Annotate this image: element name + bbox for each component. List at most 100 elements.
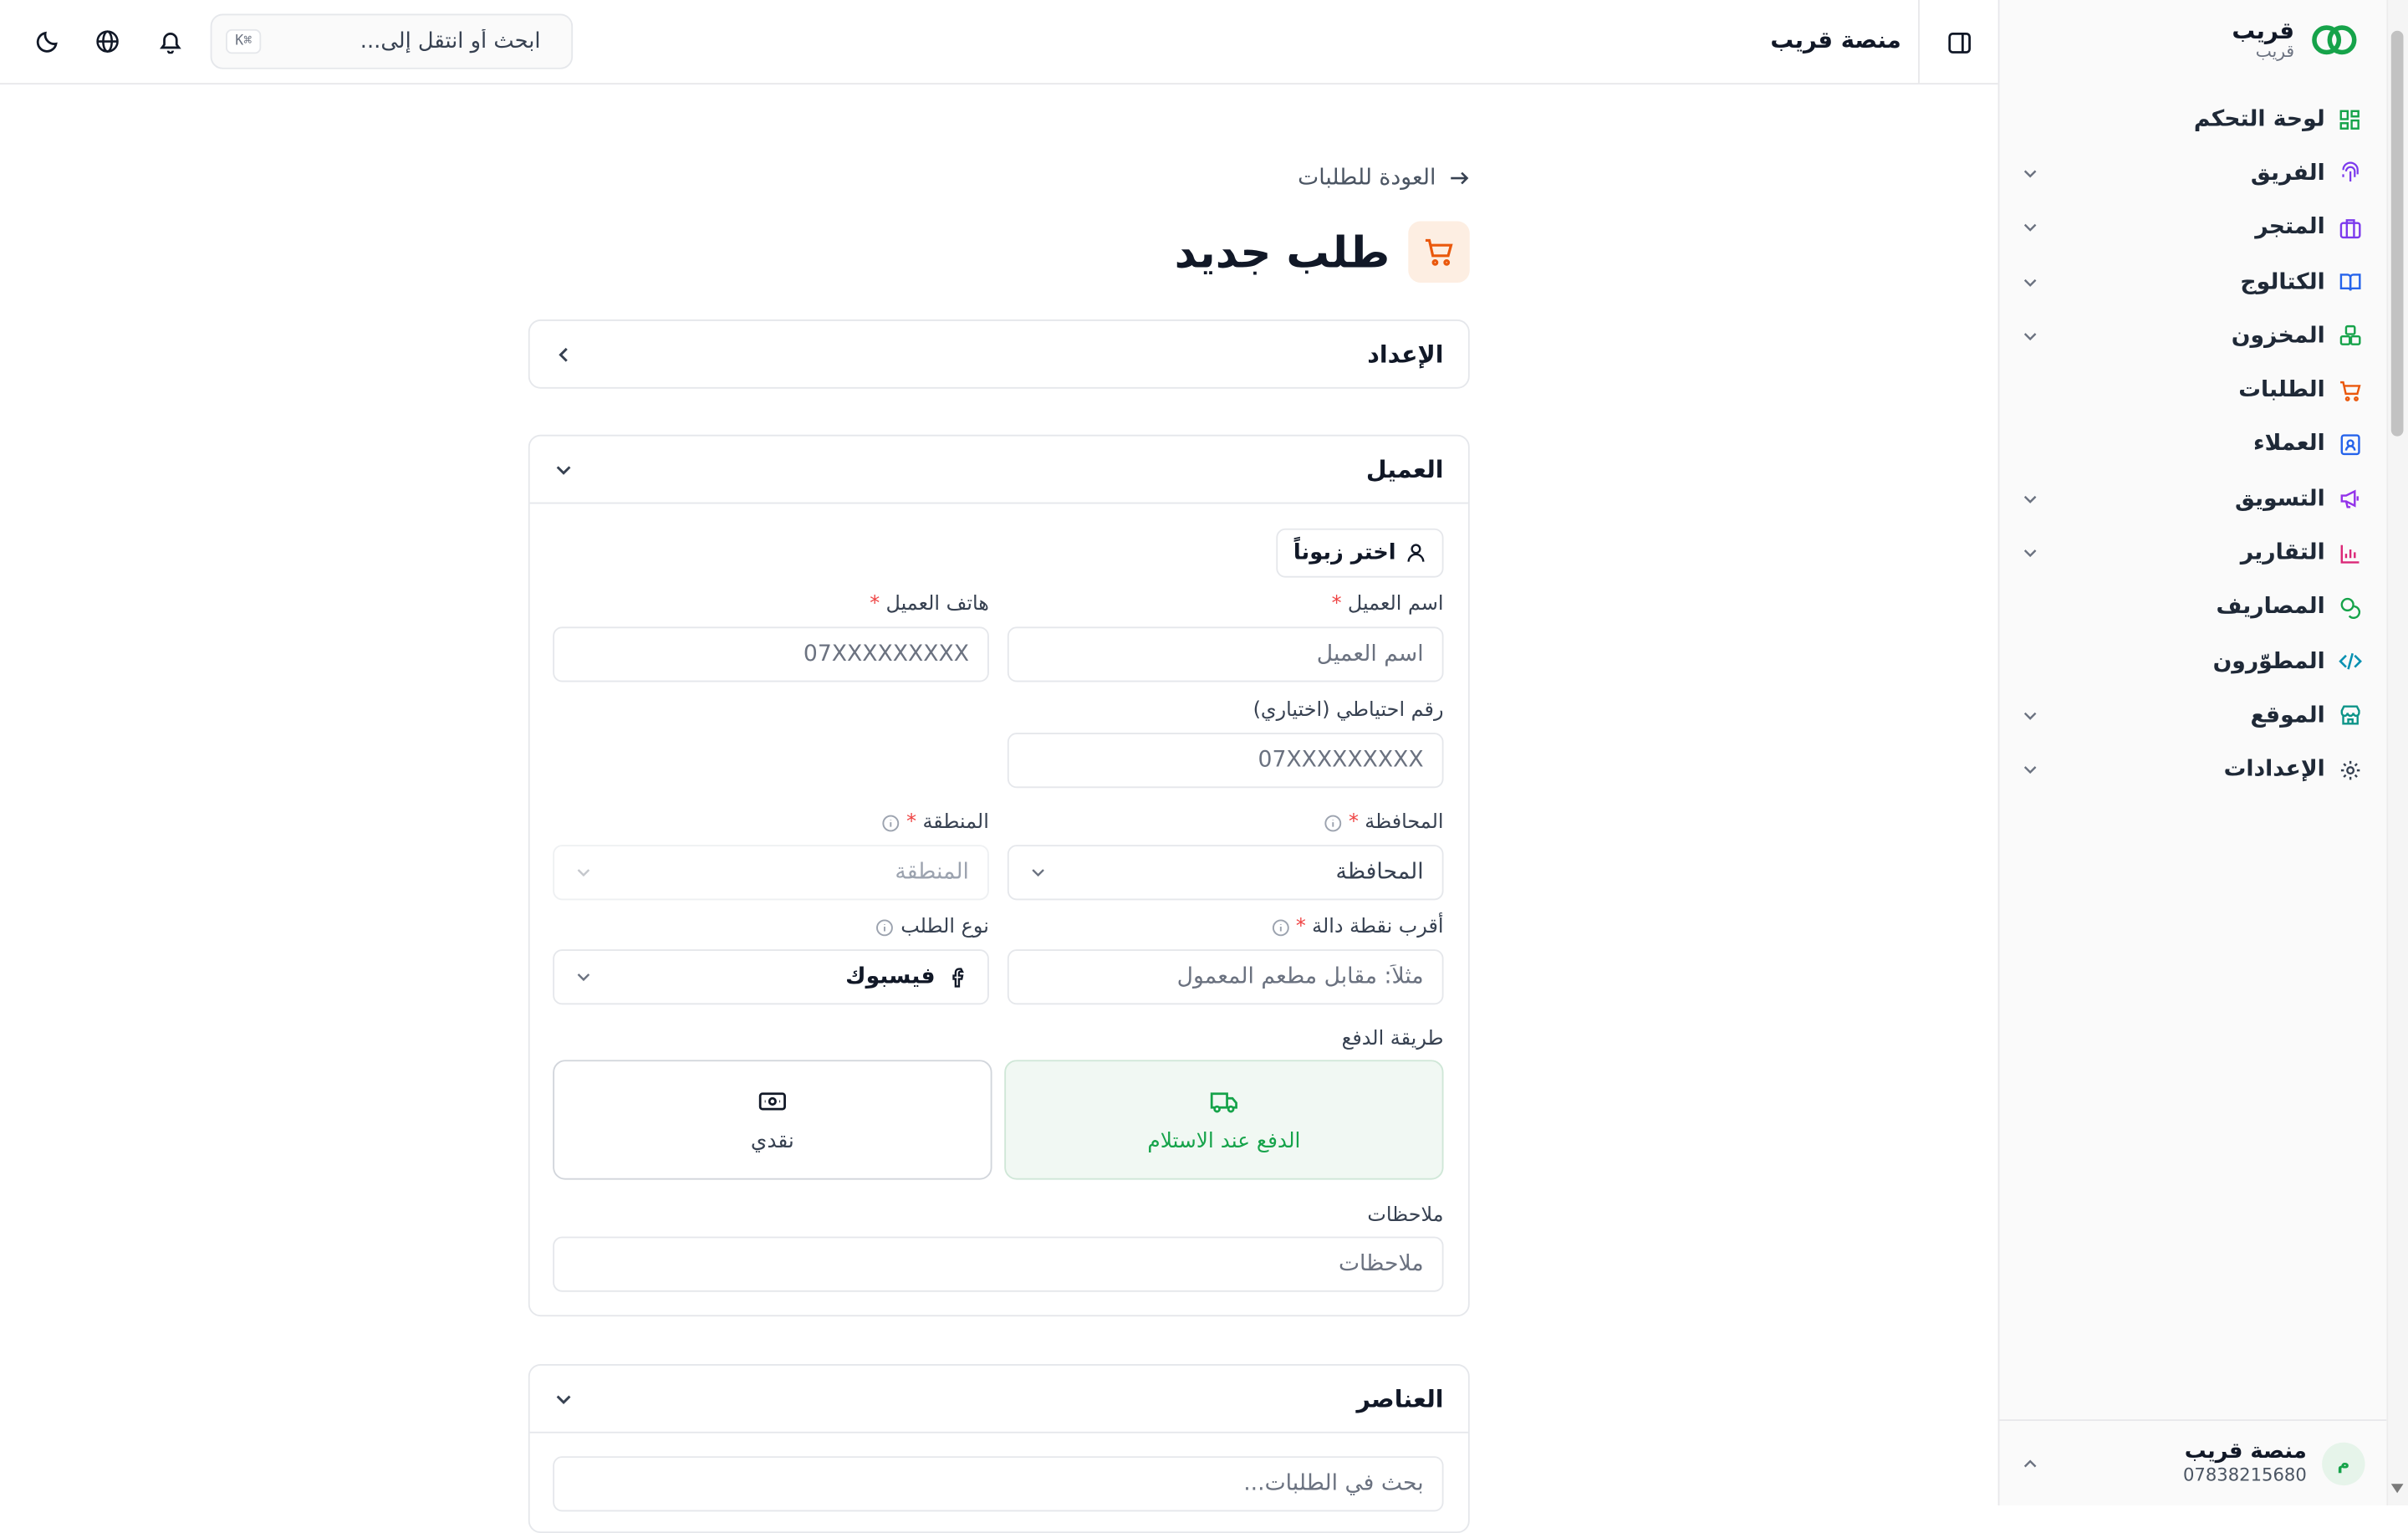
setup-card: الإعداد	[528, 319, 1470, 389]
info-icon[interactable]	[1272, 917, 1290, 936]
customer-name-label: اسم العميل *	[1332, 593, 1444, 616]
setup-card-header[interactable]: الإعداد	[530, 321, 1468, 387]
payment-method-label: طريقة الدفع	[1342, 1028, 1444, 1051]
label-text: اسم العميل	[1347, 592, 1444, 616]
language-button[interactable]	[88, 22, 128, 62]
sidebar-item-label: الكتالوج	[2240, 269, 2325, 294]
dashboard-icon	[2338, 107, 2362, 131]
notes-input[interactable]	[573, 1251, 1424, 1277]
chevron-up-icon[interactable]	[2019, 1453, 2041, 1474]
search-input[interactable]	[273, 28, 541, 54]
setup-card-title: الإعداد	[1367, 340, 1444, 368]
sidebar-item-team[interactable]: الفريق	[1998, 146, 2387, 201]
backup-phone-field[interactable]	[1007, 733, 1444, 789]
label-text: أقرب نقطة دالة	[1312, 915, 1444, 939]
sidebar-item-store[interactable]: المتجر	[1998, 201, 2387, 255]
info-icon[interactable]	[882, 814, 900, 832]
sidebar-item-website[interactable]: الموقع	[1998, 688, 2387, 743]
customer-name-field[interactable]	[1007, 626, 1444, 682]
page-scrollbar[interactable]	[2386, 0, 2408, 1505]
user-icon	[1407, 544, 1425, 562]
payment-cod-option[interactable]: الدفع عند الاستلام	[1004, 1060, 1444, 1180]
chevron-down-icon	[2023, 712, 2037, 720]
user-menu[interactable]: م منصة قريب 07838215680	[1997, 1419, 2387, 1505]
sidebar-item-marketing[interactable]: التسويق	[1998, 472, 2387, 526]
notes-field[interactable]	[553, 1236, 1444, 1292]
sidebar-item-label: الطلبات	[2238, 378, 2325, 403]
chevron-down-icon	[2023, 278, 2037, 287]
sidebar-toggle-button[interactable]	[1918, 0, 1998, 85]
fingerprint-icon	[2338, 161, 2362, 186]
items-search-input[interactable]	[573, 1471, 1424, 1496]
coins-icon	[2338, 595, 2362, 619]
topbar: منصة قريب ⌘K	[0, 0, 1998, 85]
user-name: منصة قريب	[2184, 1439, 2307, 1464]
landmark-input[interactable]	[1027, 964, 1424, 989]
region-value: المنطقة	[895, 860, 969, 885]
scroll-down-arrow[interactable]	[2390, 1484, 2404, 1494]
governorate-label: المحافظة *	[1324, 811, 1444, 834]
boxes-icon	[2338, 324, 2362, 348]
theme-toggle-button[interactable]	[28, 22, 68, 62]
landmark-field[interactable]	[1007, 949, 1444, 1005]
customer-card-header[interactable]: العميل	[530, 437, 1468, 503]
sidebar-item-label: لوحة التحكم	[2193, 106, 2325, 132]
sidebar-item-expenses[interactable]: المصاريف	[1998, 580, 2387, 635]
sidebar-item-reports[interactable]: التقارير	[1998, 526, 2387, 580]
customer-name-input[interactable]	[1027, 641, 1424, 667]
chevron-down-icon	[1032, 869, 1044, 877]
sidebar-item-inventory[interactable]: المخزون	[1998, 309, 2387, 364]
arrow-right-icon	[1451, 171, 1469, 185]
sidebar-item-customers[interactable]: العملاء	[1998, 417, 2387, 472]
sidebar-item-label: المطوّرون	[2212, 649, 2325, 674]
page-title: طلب جديد	[1174, 226, 1390, 278]
items-card: العناصر	[528, 1364, 1470, 1533]
sidebar-item-label: المصاريف	[2216, 595, 2325, 620]
scrollbar-thumb[interactable]	[2390, 30, 2404, 437]
chevron-down-icon[interactable]	[551, 1387, 575, 1411]
customer-phone-input[interactable]	[573, 641, 969, 667]
chevron-down-icon	[2023, 495, 2037, 503]
sidebar-item-label: العملاء	[2252, 432, 2325, 457]
avatar: م	[2322, 1441, 2365, 1485]
gear-icon	[2338, 758, 2362, 782]
order-type-select[interactable]: فيسبوك	[553, 949, 989, 1005]
sidebar-item-orders[interactable]: الطلبات	[1998, 363, 2387, 417]
chevron-down-icon[interactable]	[551, 457, 575, 481]
region-select[interactable]: المنطقة	[553, 845, 989, 901]
info-icon[interactable]	[1324, 814, 1343, 832]
brand[interactable]: قريب قريب	[2232, 15, 2359, 64]
sidebar: قريب قريب لوحة التحكم الفريق المتجر الكت…	[1997, 0, 2387, 1505]
truck-icon	[1210, 1092, 1237, 1113]
customer-phone-field[interactable]	[553, 626, 989, 682]
brand-logo-icon	[2312, 25, 2357, 55]
back-link-label: العودة للطلبات	[1298, 166, 1436, 191]
facebook-icon	[952, 968, 964, 988]
back-to-orders-link[interactable]: العودة للطلبات	[1298, 166, 1470, 191]
search-box[interactable]: ⌘K	[210, 13, 574, 69]
required-mark: *	[906, 810, 917, 835]
sidebar-item-catalog[interactable]: الكتالوج	[1998, 255, 2387, 309]
pick-customer-label: اختر زبوناً	[1293, 540, 1396, 565]
pick-customer-button[interactable]: اختر زبوناً	[1276, 528, 1444, 578]
sidebar-nav: لوحة التحكم الفريق المتجر الكتالوج المخز…	[1998, 92, 2387, 797]
required-mark: *	[1295, 915, 1306, 939]
sidebar-item-dashboard[interactable]: لوحة التحكم	[1998, 92, 2387, 146]
items-search-field[interactable]	[553, 1456, 1444, 1512]
items-card-title: العناصر	[1356, 1384, 1444, 1413]
sidebar-item-settings[interactable]: الإعدادات	[1998, 743, 2387, 797]
info-icon[interactable]	[876, 917, 895, 936]
items-card-header[interactable]: العناصر	[530, 1366, 1468, 1432]
label-text: هاتف العميل	[885, 592, 989, 616]
payment-cash-option[interactable]: نقدي	[553, 1060, 992, 1180]
bell-icon	[160, 33, 181, 54]
sidebar-item-developers[interactable]: المطوّرون	[1998, 635, 2387, 689]
store-icon	[2338, 703, 2362, 728]
megaphone-icon	[2338, 487, 2362, 511]
notes-label: ملاحظات	[1367, 1204, 1443, 1228]
bar-chart-icon	[2338, 541, 2362, 565]
backup-phone-input[interactable]	[1027, 748, 1424, 773]
notifications-button[interactable]	[150, 22, 191, 62]
chevron-left-icon[interactable]	[551, 342, 575, 366]
governorate-select[interactable]: المحافظة	[1007, 845, 1444, 901]
